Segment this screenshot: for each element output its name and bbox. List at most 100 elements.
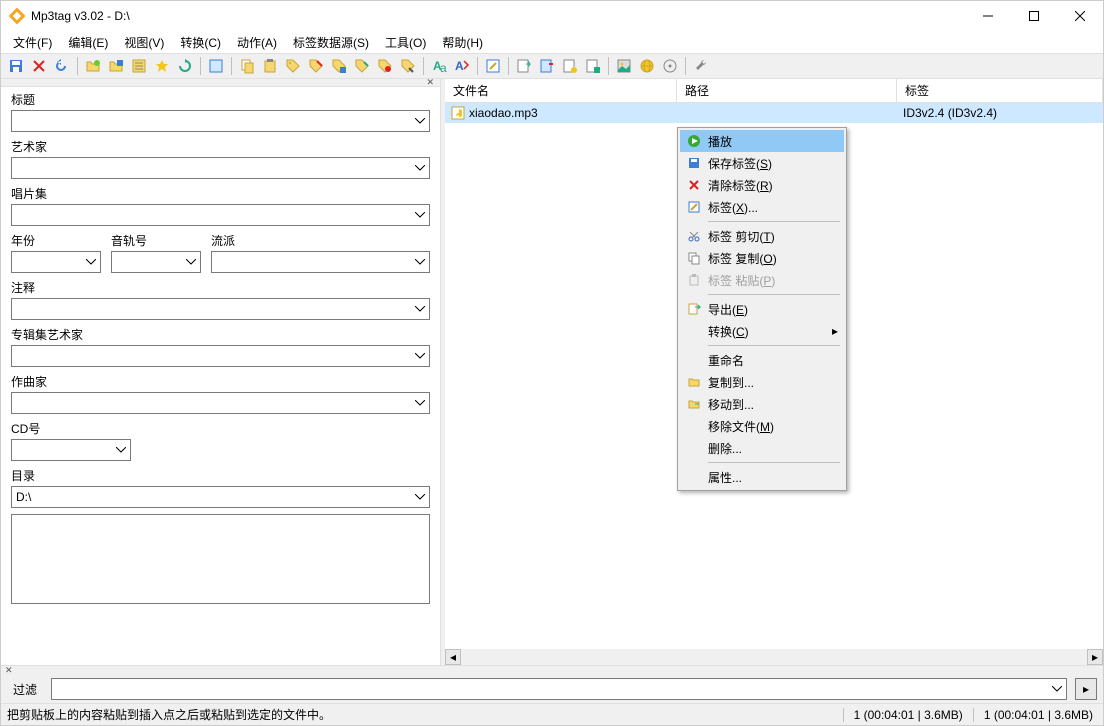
cover-icon[interactable] xyxy=(613,55,635,77)
cm-rename-label: 重命名 xyxy=(708,352,824,369)
field-albumartist: 专辑集艺术家 xyxy=(11,326,430,367)
list-body[interactable]: xiaodao.mp3 ID3v2.4 (ID3v2.4) 播放 保存标签(S) xyxy=(445,103,1103,649)
cm-convert[interactable]: 转换(C) ▸ xyxy=(680,320,844,342)
cm-cut[interactable]: 标签 剪切(T) xyxy=(680,225,844,247)
column-tag[interactable]: 标签 xyxy=(897,79,1103,102)
app-window: Mp3tag v3.02 - D:\ 文件(F) 编辑(E) 视图(V) 转换(… xyxy=(0,0,1104,726)
cm-delete-label: 删除... xyxy=(708,440,824,457)
cm-convert-label: 转换(C) xyxy=(708,323,824,340)
menu-actions[interactable]: 动作(A) xyxy=(229,32,285,53)
tag-paste-icon[interactable] xyxy=(328,55,350,77)
horizontal-scrollbar[interactable]: ◂ ▸ xyxy=(445,649,1103,665)
save-icon[interactable] xyxy=(5,55,27,77)
tag-action1-icon[interactable] xyxy=(351,55,373,77)
year-input[interactable] xyxy=(11,251,101,273)
menu-file[interactable]: 文件(F) xyxy=(5,32,60,53)
menu-convert[interactable]: 转换(C) xyxy=(172,32,229,53)
menu-tools[interactable]: 工具(O) xyxy=(377,32,434,53)
panel-grip[interactable]: ✕ xyxy=(1,79,440,87)
column-path[interactable]: 路径 xyxy=(677,79,897,102)
menu-tagsources[interactable]: 标签数据源(S) xyxy=(285,32,377,53)
cm-cut-label: 标签 剪切(T) xyxy=(708,228,824,245)
cm-play[interactable]: 播放 xyxy=(680,130,844,152)
cm-rename[interactable]: 重命名 xyxy=(680,349,844,371)
undo-icon[interactable] xyxy=(51,55,73,77)
cm-separator xyxy=(708,221,840,222)
tag-action2-icon[interactable] xyxy=(374,55,396,77)
folder-save-icon[interactable] xyxy=(105,55,127,77)
cm-tag[interactable]: 标签(X)... xyxy=(680,196,844,218)
column-filename[interactable]: 文件名 xyxy=(445,79,677,102)
album-label: 唱片集 xyxy=(11,185,430,202)
delete-icon[interactable] xyxy=(28,55,50,77)
minimize-button[interactable] xyxy=(965,1,1011,31)
refresh-icon[interactable] xyxy=(174,55,196,77)
window-controls xyxy=(965,1,1103,31)
cm-copy-to[interactable]: 复制到... xyxy=(680,371,844,393)
toolbar-separator xyxy=(608,57,609,75)
case-icon[interactable]: Aa xyxy=(428,55,450,77)
close-button[interactable] xyxy=(1057,1,1103,31)
maximize-button[interactable] xyxy=(1011,1,1057,31)
cover-area[interactable] xyxy=(11,514,430,604)
status-message: 把剪贴板上的内容粘贴到插入点之后或粘贴到选定的文件中。 xyxy=(1,706,843,723)
title-input[interactable] xyxy=(11,110,430,132)
year-label: 年份 xyxy=(11,232,101,249)
field-track: 音轨号 xyxy=(111,232,201,273)
playlist-icon[interactable] xyxy=(128,55,150,77)
filter-grip[interactable]: ✕ xyxy=(1,665,1103,675)
tag-action3-icon[interactable] xyxy=(397,55,419,77)
artist-input[interactable] xyxy=(11,157,430,179)
menu-view[interactable]: 视图(V) xyxy=(116,32,172,53)
cm-remove-tag[interactable]: 清除标签(R) xyxy=(680,174,844,196)
export1-icon[interactable] xyxy=(513,55,535,77)
toolbar-separator xyxy=(685,57,686,75)
field-genre: 流派 xyxy=(211,232,430,273)
edit-icon[interactable] xyxy=(482,55,504,77)
genre-input[interactable] xyxy=(211,251,430,273)
copy-icon[interactable] xyxy=(236,55,258,77)
tag-copy-icon[interactable] xyxy=(282,55,304,77)
filter-strip: ✕ 过滤 ▸ xyxy=(1,665,1103,703)
filter-input[interactable] xyxy=(51,678,1067,700)
web-icon[interactable] xyxy=(636,55,658,77)
select-all-icon[interactable] xyxy=(205,55,227,77)
folder-open-icon[interactable] xyxy=(82,55,104,77)
cm-save-tag[interactable]: 保存标签(S) xyxy=(680,152,844,174)
menubar: 文件(F) 编辑(E) 视图(V) 转换(C) 动作(A) 标签数据源(S) 工… xyxy=(1,31,1103,53)
scroll-right-icon[interactable]: ▸ xyxy=(1087,649,1103,665)
cm-move-file[interactable]: 移除文件(M) xyxy=(680,415,844,437)
export2-icon[interactable] xyxy=(536,55,558,77)
export3-icon[interactable] xyxy=(559,55,581,77)
cm-delete[interactable]: 删除... xyxy=(680,437,844,459)
albumartist-input[interactable] xyxy=(11,345,430,367)
scroll-left-icon[interactable]: ◂ xyxy=(445,649,461,665)
cm-move-to[interactable]: 移动到... xyxy=(680,393,844,415)
paste-icon[interactable] xyxy=(259,55,281,77)
tag-form: 标题 艺术家 唱片集 年份 音轨号 xyxy=(1,87,440,665)
export4-icon[interactable] xyxy=(582,55,604,77)
menu-edit[interactable]: 编辑(E) xyxy=(60,32,116,53)
discnumber-input[interactable] xyxy=(11,439,131,461)
autonumber-icon[interactable]: A xyxy=(451,55,473,77)
list-row[interactable]: xiaodao.mp3 ID3v2.4 (ID3v2.4) xyxy=(445,103,1103,123)
directory-input[interactable] xyxy=(11,486,430,508)
track-input[interactable] xyxy=(111,251,201,273)
favorite-icon[interactable] xyxy=(151,55,173,77)
cm-copy[interactable]: 标签 复制(O) xyxy=(680,247,844,269)
svg-text:a: a xyxy=(440,61,447,74)
tag-cut-icon[interactable] xyxy=(305,55,327,77)
file-list-panel: 文件名 路径 标签 xiaodao.mp3 ID3v2.4 (ID3v2.4) xyxy=(445,79,1103,665)
cm-play-label: 播放 xyxy=(708,133,824,150)
disc-icon[interactable] xyxy=(659,55,681,77)
cm-export[interactable]: 导出(E) xyxy=(680,298,844,320)
cm-properties[interactable]: 属性... xyxy=(680,466,844,488)
composer-input[interactable] xyxy=(11,392,430,414)
tools-icon[interactable] xyxy=(690,55,712,77)
menu-help[interactable]: 帮助(H) xyxy=(434,32,491,53)
row-year-track-genre: 年份 音轨号 流派 xyxy=(11,232,430,279)
filter-go-button[interactable]: ▸ xyxy=(1075,678,1097,700)
album-input[interactable] xyxy=(11,204,430,226)
cm-moveto-label: 移动到... xyxy=(708,396,824,413)
comment-input[interactable] xyxy=(11,298,430,320)
